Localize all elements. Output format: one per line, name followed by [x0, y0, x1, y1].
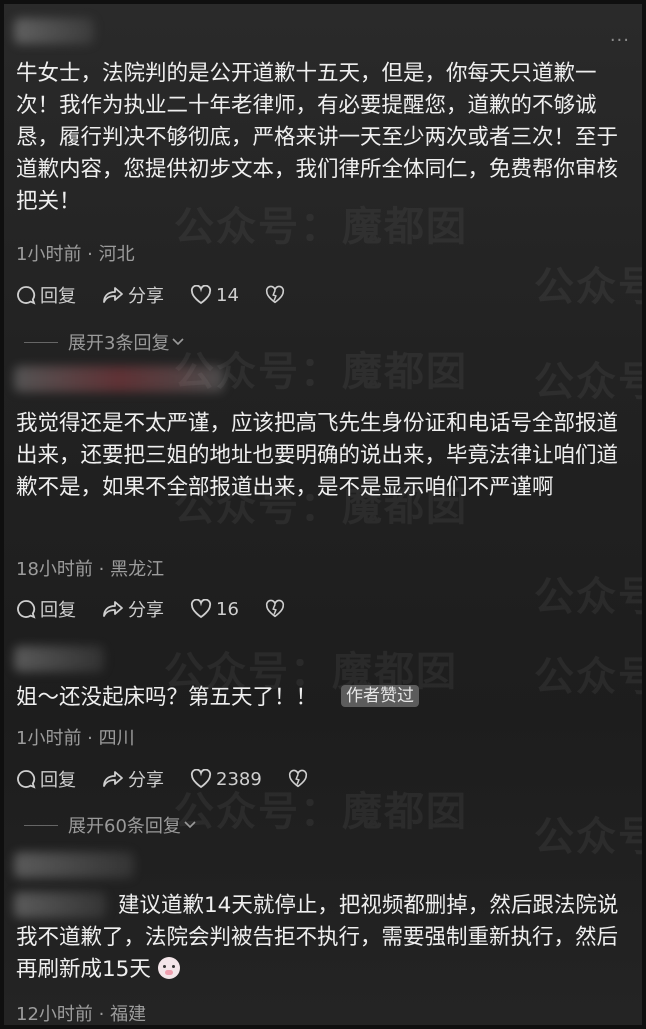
- like-button[interactable]: 16: [190, 599, 239, 620]
- like-count: 2389: [216, 768, 262, 790]
- reply-label: 回复: [40, 770, 76, 791]
- broken-heart-icon: [265, 285, 285, 304]
- dislike-button[interactable]: [265, 599, 289, 619]
- username-blurred[interactable]: [14, 852, 134, 878]
- share-icon: [103, 771, 123, 787]
- reply-label: 回复: [40, 286, 76, 307]
- watermark: 公众号：魔都囡: [534, 264, 642, 310]
- like-button[interactable]: 2389: [190, 769, 262, 790]
- watermark: 公众号：魔都囡: [534, 814, 642, 860]
- comment-time-location: 12小时前 · 福建: [16, 1004, 147, 1025]
- heart-icon: [190, 769, 212, 789]
- like-count: 14: [216, 284, 239, 306]
- dislike-button[interactable]: [265, 285, 289, 305]
- share-label: 分享: [128, 286, 164, 307]
- comment-text: 牛女士，法院判的是公开道歉十五天，但是，你每天只道歉一次！我作为执业二十年老律师…: [16, 61, 619, 214]
- share-label: 分享: [128, 770, 164, 791]
- share-button[interactable]: 分享: [102, 282, 164, 308]
- chevron-down-icon: [172, 338, 185, 346]
- share-button[interactable]: 分享: [102, 766, 164, 792]
- reply-label: 回复: [40, 600, 76, 621]
- comment-actions: 回复 分享 14: [16, 282, 315, 308]
- reply-button[interactable]: 回复: [16, 766, 76, 792]
- share-icon: [103, 287, 123, 303]
- comment-list: 公众号：魔都囡 公众号：魔都囡 公众号：魔都囡 公众号：魔都囡 公众号：魔都囡 …: [4, 4, 642, 1025]
- comment-time-location: 1小时前 · 四川: [16, 728, 135, 749]
- comment-time-location: 1小时前 · 河北: [16, 244, 135, 265]
- divider: [24, 341, 58, 343]
- watermark: 公众号：魔都囡: [534, 359, 642, 405]
- share-label: 分享: [128, 600, 164, 621]
- broken-heart-icon: [265, 599, 285, 618]
- comment-icon: [17, 600, 36, 619]
- more-icon[interactable]: ···: [610, 30, 630, 51]
- dislike-button[interactable]: [288, 769, 312, 789]
- broken-heart-icon: [288, 769, 307, 788]
- comment-time-location: 18小时前 · 黑龙江: [16, 559, 165, 580]
- author-liked-badge: 作者赞过: [341, 685, 420, 707]
- heart-icon: [190, 285, 212, 305]
- watermark: 公众号：魔都囡: [534, 574, 642, 620]
- share-button[interactable]: 分享: [102, 596, 164, 622]
- like-count: 16: [216, 598, 239, 620]
- expand-replies-button[interactable]: 展开3条回复: [24, 329, 185, 355]
- comment-text-content: 姐～还没起床吗？第五天了！！: [16, 685, 318, 710]
- comment-icon: [17, 770, 36, 789]
- chevron-down-icon: [184, 821, 196, 829]
- like-button[interactable]: 14: [190, 285, 239, 306]
- expand-replies-label: 展开3条回复: [68, 333, 170, 354]
- expand-replies-button[interactable]: 展开60条回复: [24, 812, 197, 838]
- username-blurred[interactable]: [14, 18, 94, 44]
- comment-text: 我觉得还是不太严谨，应该把高飞先生身份证和电话号全部报道出来，还要把三姐的地址也…: [16, 411, 619, 500]
- pig-face-icon: [157, 957, 180, 979]
- reply-button[interactable]: 回复: [16, 282, 76, 308]
- comment-text-content: 建议道歉14天就停止，把视频都删掉，然后跟法院说我不道歉了，法院会判被告拒不执行…: [16, 893, 619, 982]
- username-blurred[interactable]: [14, 366, 224, 392]
- heart-icon: [190, 599, 212, 619]
- comment-text: 建议道歉14天就停止，把视频都删掉，然后跟法院说我不道歉了，法院会判被告拒不执行…: [16, 890, 632, 986]
- comment-actions: 回复 分享 16: [16, 596, 315, 622]
- reply-button[interactable]: 回复: [16, 596, 76, 622]
- comment-icon: [17, 286, 36, 305]
- username-blurred[interactable]: [14, 646, 104, 672]
- divider: [24, 824, 58, 826]
- comment-text: 姐～还没起床吗？第五天了！！ 作者赞过: [16, 682, 632, 714]
- comment-actions: 回复 分享 2389: [16, 766, 338, 792]
- expand-replies-label: 展开60条回复: [68, 816, 181, 837]
- share-icon: [103, 601, 123, 617]
